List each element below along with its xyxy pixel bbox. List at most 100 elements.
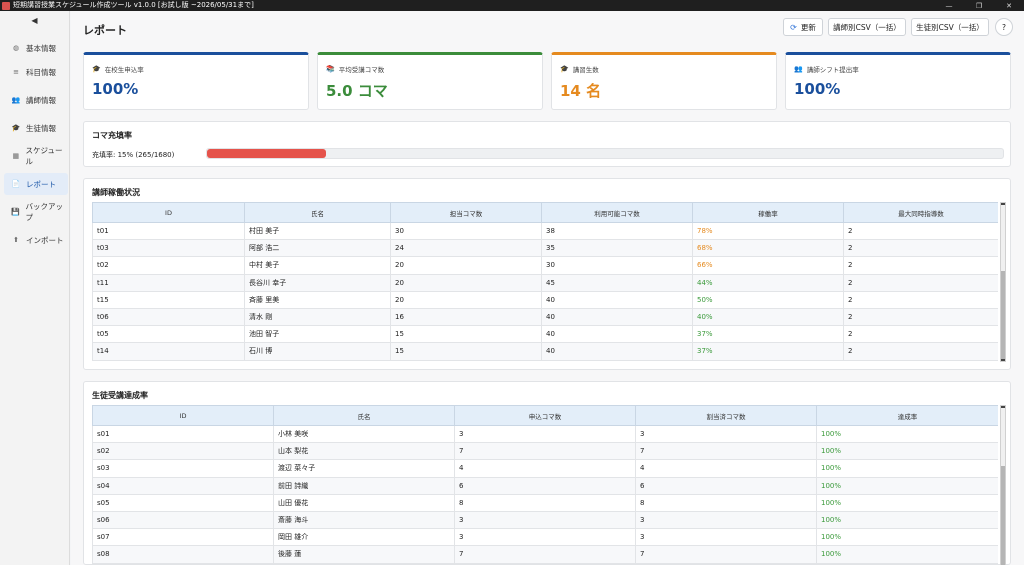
table-cell: 7 — [635, 545, 817, 564]
table-cell: 40 — [541, 290, 693, 309]
sidebar-collapse-button[interactable]: ◀ — [0, 11, 69, 29]
table-cell: 斎藤 海斗 — [273, 510, 455, 530]
table-cell: s07 — [92, 528, 274, 547]
table-row[interactable]: t01 村田 美子 30 38 78% 2 — [92, 221, 998, 241]
column-header[interactable]: ID — [92, 202, 245, 223]
fill-rate-title: コマ充填率 — [92, 131, 132, 140]
sidebar-item-backup[interactable]: 💾 バックアップ — [4, 201, 68, 223]
table-cell: 100% — [816, 528, 998, 547]
table-cell: 4 — [635, 459, 817, 478]
table-cell: t02 — [92, 256, 245, 275]
table-row[interactable]: s01 小林 美咲 3 3 100% — [92, 424, 998, 444]
table-cell: 6 — [454, 476, 636, 495]
table-row[interactable]: s04 前田 詩織 6 6 100% — [92, 476, 998, 495]
table-cell: 3 — [454, 528, 636, 547]
sidebar-item-basic-info[interactable]: ◍ 基本情報 — [4, 37, 68, 59]
upload-icon: ⬆ — [13, 236, 19, 244]
table-row[interactable]: t06 清水 剛 16 40 40% 2 — [92, 307, 998, 327]
student-csv-button[interactable]: 生徒別CSV（一括） — [911, 18, 989, 36]
column-header[interactable]: 達成率 — [816, 405, 998, 426]
table-cell: 村田 美子 — [244, 221, 391, 241]
stat-card-student-count: 🎓 講習生数 14 名 — [551, 52, 777, 110]
refresh-button[interactable]: ⟳ 更新 — [783, 18, 823, 36]
table-row[interactable]: t15 斉藤 里美 20 40 50% 2 — [92, 290, 998, 309]
teacher-table-scroll-area[interactable]: ID 氏名 担当コマ数 利用可能コマ数 稼働率 最大同時指導数 t01 村田 美子 30 38 7… — [92, 202, 998, 362]
table-cell: 8 — [635, 493, 817, 512]
users-icon: 👥 — [794, 65, 803, 73]
page-title: レポート — [83, 24, 127, 37]
table-row[interactable]: t02 中村 美子 20 30 66% 2 — [92, 256, 998, 275]
table-cell: 7 — [454, 545, 636, 564]
table-cell: 37% — [692, 342, 844, 361]
column-header[interactable]: 氏名 — [244, 202, 391, 223]
scrollbar-thumb[interactable] — [1001, 466, 1005, 565]
table-row[interactable]: s03 渡辺 菜々子 4 4 100% — [92, 459, 998, 478]
table-cell: s04 — [92, 476, 274, 495]
table-row[interactable]: t03 阿部 浩二 24 35 68% 2 — [92, 239, 998, 258]
table-cell: 池田 智子 — [244, 325, 391, 344]
table-cell: 3 — [635, 424, 817, 444]
table-cell: t01 — [92, 221, 245, 241]
table-cell: s06 — [92, 510, 274, 530]
table-cell: t11 — [92, 273, 245, 292]
table-cell: 山本 梨花 — [273, 442, 455, 461]
scrollbar-cap — [1001, 406, 1005, 408]
list-icon: ≡ — [13, 68, 19, 76]
table-cell: t05 — [92, 325, 245, 344]
column-header[interactable]: ID — [92, 405, 274, 426]
table-row[interactable]: t14 石川 博 15 40 37% 2 — [92, 342, 998, 361]
teacher-csv-button[interactable]: 講師別CSV（一括） — [828, 18, 906, 36]
table-cell: 8 — [454, 493, 636, 512]
table-row[interactable]: s02 山本 梨花 7 7 100% — [92, 442, 998, 461]
table-cell: t06 — [92, 307, 245, 327]
column-header[interactable]: 担当コマ数 — [390, 202, 542, 223]
help-button[interactable]: ? — [995, 18, 1013, 36]
table-cell: 30 — [541, 256, 693, 275]
sidebar-item-report[interactable]: 📄 レポート — [4, 173, 68, 195]
table-cell: 100% — [816, 493, 998, 512]
student-table-scroll-area[interactable]: ID 氏名 申込コマ数 割当済コマ数 達成率 s01 小林 美咲 3 3 100% s02 山本 梨… — [92, 405, 998, 565]
table-cell: s02 — [92, 442, 274, 461]
table-row[interactable]: t11 長谷川 幸子 20 45 44% 2 — [92, 273, 998, 292]
table-cell: 78% — [692, 221, 844, 241]
sidebar-item-schedule[interactable]: ▦ スケジュール — [4, 145, 68, 167]
table-cell: 20 — [390, 290, 542, 309]
teacher-table-scrollbar[interactable] — [1000, 202, 1006, 362]
column-header[interactable]: 利用可能コマ数 — [541, 202, 693, 223]
column-header[interactable]: 最大同時指導数 — [843, 202, 998, 223]
table-row[interactable]: s08 後藤 蓮 7 7 100% — [92, 545, 998, 564]
sidebar-item-students[interactable]: 🎓 生徒情報 — [4, 117, 68, 139]
window-title: 短期講習授業スケジュール作成ツール v1.0.0 [お試し版 ~2026/05/… — [13, 1, 254, 9]
stat-value: 14 名 — [560, 82, 602, 100]
sidebar-item-subjects[interactable]: ≡ 科目情報 — [4, 61, 68, 83]
table-cell: 15 — [390, 342, 542, 361]
table-row[interactable]: s07 岡田 雄介 3 3 100% — [92, 528, 998, 547]
student-achievement-panel: 生徒受講達成率 ID 氏名 申込コマ数 割当済コマ数 達成率 s01 小林 美咲 3 3 100… — [83, 381, 1011, 565]
stat-label: 講習生数 — [572, 66, 599, 74]
table-cell: 100% — [816, 510, 998, 530]
minimize-icon[interactable]: — — [934, 0, 964, 11]
scrollbar-thumb[interactable] — [1001, 271, 1005, 359]
sidebar-item-label: レポート — [26, 179, 56, 189]
sidebar-item-import[interactable]: ⬆ インポート — [4, 229, 68, 251]
table-row[interactable]: t05 池田 智子 15 40 37% 2 — [92, 325, 998, 344]
column-header[interactable]: 割当済コマ数 — [635, 405, 817, 426]
stat-value: 100% — [92, 80, 139, 98]
maximize-icon[interactable]: ❐ — [964, 0, 994, 11]
calendar-icon: ▦ — [12, 152, 20, 160]
column-header[interactable]: 氏名 — [273, 405, 455, 426]
table-cell: 石川 博 — [244, 342, 391, 361]
table-cell: 後藤 蓮 — [273, 545, 455, 564]
sidebar-item-teachers[interactable]: 👥 講師情報 — [4, 89, 68, 111]
table-row[interactable]: s05 山田 優花 8 8 100% — [92, 493, 998, 512]
column-header[interactable]: 稼働率 — [692, 202, 844, 223]
table-cell: 50% — [692, 290, 844, 309]
table-cell: 7 — [454, 442, 636, 461]
student-table-scrollbar[interactable] — [1000, 405, 1006, 565]
fill-rate-panel: コマ充填率 充填率: 15% (265/1680) — [83, 121, 1011, 167]
table-cell: 100% — [816, 476, 998, 495]
close-icon[interactable]: ✕ — [994, 0, 1024, 11]
table-row[interactable]: s06 斎藤 海斗 3 3 100% — [92, 510, 998, 530]
column-header[interactable]: 申込コマ数 — [454, 405, 636, 426]
scrollbar-cap — [1001, 203, 1005, 205]
